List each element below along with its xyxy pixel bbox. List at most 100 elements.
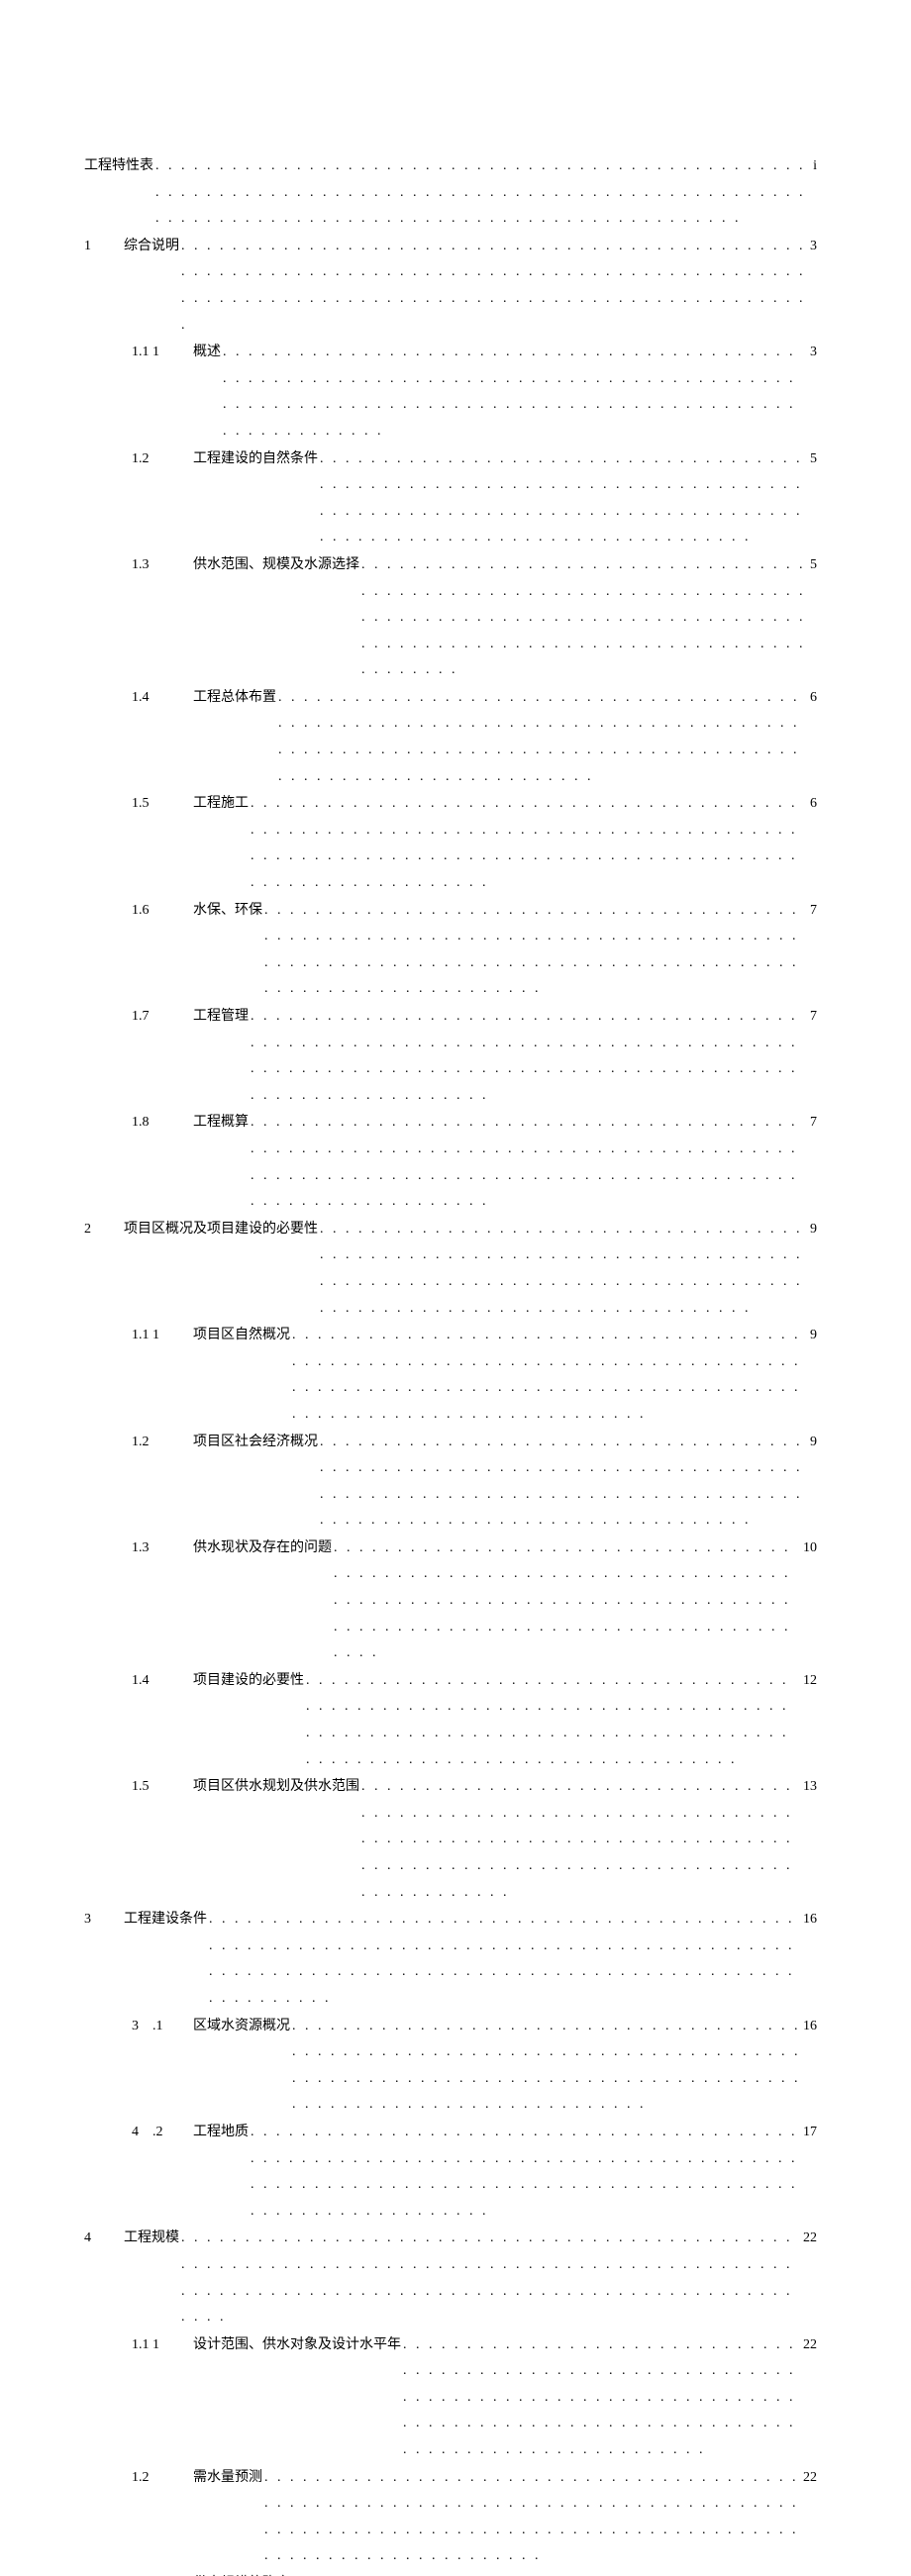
toc-leader-dots (361, 552, 808, 684)
toc-subsection-number: 1.2 (124, 446, 193, 473)
toc-leader-dots (181, 2226, 801, 2330)
toc-subsection-number: 1.1 1 (124, 2332, 193, 2359)
toc-subsection-row: 1.4工程总体布置6 (84, 685, 817, 790)
toc-subsection-page: 5 (810, 552, 817, 579)
toc-leader-dots (292, 1323, 808, 1428)
toc-subsection-number: 1.3 (124, 1536, 193, 1562)
toc-subsection-row: 1.7工程管理 7 (84, 1004, 817, 1109)
table-of-contents: 工程特性表 i 1综合说明31.1 1概述31.2工程建设的自然条件51.3供水… (84, 153, 817, 2576)
toc-section-number: 3 (84, 1907, 124, 1933)
toc-subsection-number: 1.4 (124, 1668, 193, 1695)
toc-section-number: 1 (84, 234, 124, 260)
toc-section-page: 16 (803, 1907, 817, 1933)
toc-leader-dots (361, 1774, 801, 1906)
toc-subsection-page: 13 (803, 1774, 817, 1801)
toc-subsection-number: 1.7 (124, 1004, 193, 1031)
toc-subsection-row: 1.2工程建设的自然条件 5 (84, 446, 817, 551)
toc-subsection-row: 3 .1区域水资源概况16 (84, 2014, 817, 2119)
toc-leader-dots (264, 898, 808, 1003)
toc-subsection-label: 项目区社会经济概况 (193, 1430, 318, 1456)
toc-section-label: 项目区概况及项目建设的必要性 (124, 1217, 318, 1243)
toc-subsection-page: 7 (810, 1004, 817, 1031)
toc-subsection-label: 工程地质 (193, 2120, 249, 2146)
toc-leader-dots (209, 1907, 801, 2012)
toc-leader-dots (403, 2332, 801, 2464)
toc-subsection-page: 22 (803, 2332, 817, 2359)
toc-subsection-label: 区域水资源概况 (193, 2014, 290, 2040)
toc-subsection-label: 供水范围、规模及水源选择 (193, 552, 359, 579)
toc-subsection-row: 1.3供水现状及存在的问题10 (84, 1536, 817, 1667)
toc-section-row: 1综合说明3 (84, 234, 817, 339)
toc-leader-dots (223, 340, 808, 445)
toc-subsection-label: 工程管理 (193, 1004, 249, 1031)
toc-leader-dots (278, 685, 808, 790)
toc-subsection-row: 1.5工程施工6 (84, 791, 817, 896)
toc-subsection-number: 1.5 (124, 1774, 193, 1801)
toc-subsection-row: 1.2需水量预测 22 (84, 2465, 817, 2570)
toc-subsection-number: 1.2 (124, 2465, 193, 2492)
toc-section-page: 3 (810, 234, 817, 260)
toc-subsection-label: 工程施工 (193, 791, 249, 818)
toc-subsection-number: 1.1 1 (124, 340, 193, 366)
toc-subsection-label: 设计范围、供水对象及设计水平年 (193, 2332, 401, 2359)
toc-section-page: 22 (803, 2226, 817, 2252)
toc-leader-dots (251, 2120, 801, 2225)
toc-subsection-page: 9 (810, 1430, 817, 1456)
toc-subsection-number: 1.8 (124, 1110, 193, 1137)
toc-section-row: 4工程规模 22 (84, 2226, 817, 2330)
toc-subsection-row: 1.4项目建设的必要性12 (84, 1668, 817, 1773)
toc-subsection-page: 7 (810, 1110, 817, 1137)
toc-subsection-page: 26 (803, 2571, 817, 2576)
toc-leader-dots (292, 2014, 801, 2119)
toc-leader-dots (334, 1536, 801, 1667)
toc-subsection-row: 1.3供水规模的确定26 (84, 2571, 817, 2576)
toc-section-number: 4 (84, 2226, 124, 2252)
toc-subsection-page: 17 (803, 2120, 817, 2146)
toc-section-label: 工程规模 (124, 2226, 179, 2252)
toc-subsection-number: 1.6 (124, 898, 193, 925)
toc-subsection-label: 工程总体布置 (193, 685, 276, 712)
toc-leader-dots (320, 1430, 808, 1535)
toc-subsection-label: 项目区供水规划及供水范围 (193, 1774, 359, 1801)
toc-subsection-row: 4 .2工程地质17 (84, 2120, 817, 2225)
toc-leader-dots (320, 446, 808, 551)
toc-subsection-page: 5 (810, 446, 817, 473)
toc-subsection-page: 9 (810, 1323, 817, 1349)
toc-subsection-label: 工程建设的自然条件 (193, 446, 318, 473)
toc-subsection-label: 水保、环保 (193, 898, 262, 925)
toc-subsection-row: 1.1 1概述 3 (84, 340, 817, 445)
toc-subsection-row: 1.5项目区供水规划及供水范围 13 (84, 1774, 817, 1906)
toc-leader-dots (306, 1668, 801, 1773)
toc-subsection-row: 1.6水保、环保 7 (84, 898, 817, 1003)
toc-subsection-number: 1.3 (124, 2571, 193, 2576)
toc-section-row: 2项目区概况及项目建设的必要性 9 (84, 1217, 817, 1322)
toc-subsection-row: 1.8工程概算 7 (84, 1110, 817, 1215)
toc-leader-dots (155, 153, 811, 233)
toc-section-label: 工程建设条件 (124, 1907, 207, 1933)
toc-subsection-label: 需水量预测 (193, 2465, 262, 2492)
toc-leader-dots (181, 234, 808, 339)
toc-page: i (813, 153, 817, 180)
toc-leader-dots (251, 1004, 808, 1109)
toc-subsection-label: 供水现状及存在的问题 (193, 1536, 332, 1562)
toc-section-number: 2 (84, 1217, 124, 1243)
toc-subsection-row: 1.1 1设计范围、供水对象及设计水平年 22 (84, 2332, 817, 2464)
toc-subsection-label: 工程概算 (193, 1110, 249, 1137)
toc-leader-dots (251, 791, 808, 896)
toc-subsection-page: 22 (803, 2465, 817, 2492)
toc-subsection-page: 16 (803, 2014, 817, 2040)
toc-leader-dots (264, 2465, 801, 2570)
toc-subsection-page: 3 (810, 340, 817, 366)
toc-top-entry: 工程特性表 i (84, 153, 817, 233)
toc-subsection-page: 6 (810, 685, 817, 712)
toc-section-page: 9 (810, 1217, 817, 1243)
toc-subsection-row: 1.1 1项目区自然概况9 (84, 1323, 817, 1428)
toc-leader-dots (292, 2571, 801, 2576)
toc-subsection-page: 7 (810, 898, 817, 925)
toc-subsection-number: 1.1 1 (124, 1323, 193, 1349)
toc-section-row: 3工程建设条件 16 (84, 1907, 817, 2012)
toc-subsection-number: 1.3 (124, 552, 193, 579)
toc-subsection-label: 概述 (193, 340, 221, 366)
toc-subsection-label: 项目建设的必要性 (193, 1668, 304, 1695)
toc-label: 工程特性表 (84, 153, 153, 180)
